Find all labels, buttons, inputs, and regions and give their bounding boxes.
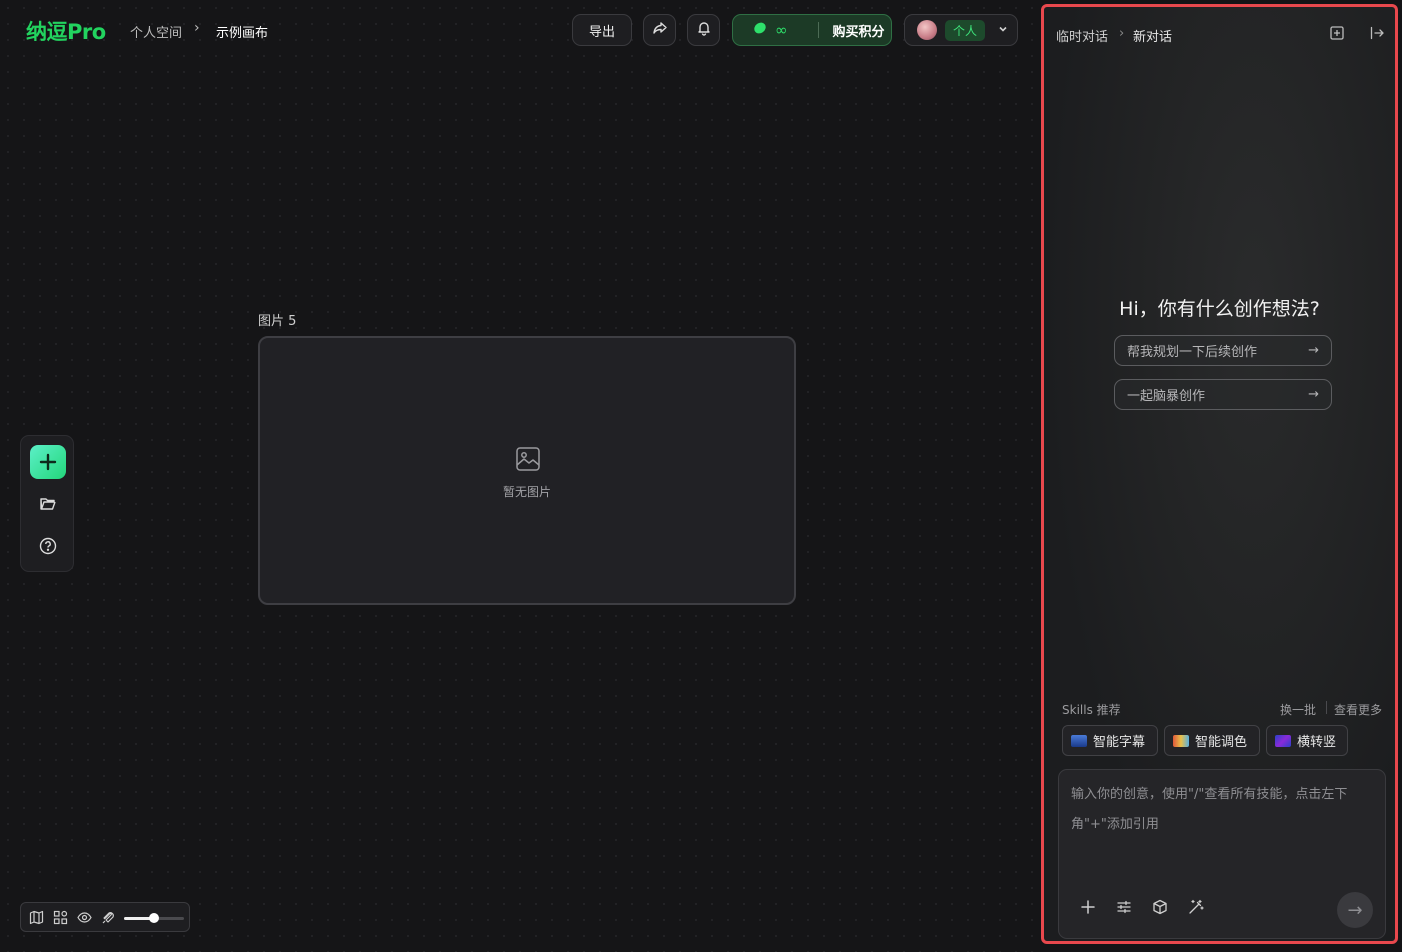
credits-badge[interactable]: ∞ 购买积分 bbox=[732, 14, 892, 46]
zoom-slider[interactable] bbox=[124, 913, 184, 923]
suggestion-label: 帮我规划一下后续创作 bbox=[1127, 345, 1258, 360]
export-button[interactable]: 导出 bbox=[572, 14, 632, 46]
help-icon[interactable] bbox=[38, 536, 58, 556]
skill-landscape-to-portrait[interactable]: 横转竖 bbox=[1266, 725, 1348, 756]
more-skills-button[interactable]: 查看更多 bbox=[1334, 701, 1382, 718]
settings-sliders-icon[interactable] bbox=[1115, 898, 1133, 916]
cube-icon[interactable] bbox=[1151, 898, 1169, 916]
bell-icon bbox=[696, 20, 712, 40]
node-title[interactable]: 图片 5 bbox=[258, 310, 296, 329]
notification-button[interactable] bbox=[687, 14, 720, 46]
skills-label: Skills 推荐 bbox=[1062, 703, 1121, 717]
skill-label: 横转竖 bbox=[1297, 735, 1337, 750]
share-icon bbox=[652, 20, 668, 40]
tool-rail bbox=[20, 435, 74, 572]
refresh-skills-button[interactable]: 换一批 bbox=[1280, 701, 1316, 718]
empty-image-text: 暂无图片 bbox=[502, 485, 551, 499]
credits-value: ∞ bbox=[775, 21, 788, 39]
suggestion-label: 一起脑暴创作 bbox=[1127, 389, 1206, 404]
add-node-button[interactable] bbox=[30, 445, 66, 479]
chevron-down-icon bbox=[997, 23, 1009, 38]
rotate-thumbnail-icon bbox=[1275, 734, 1291, 747]
new-chat-icon[interactable] bbox=[1329, 25, 1345, 41]
credits-divider bbox=[817, 22, 819, 38]
map-icon[interactable] bbox=[28, 909, 44, 925]
breadcrumb-separator: › bbox=[194, 20, 200, 36]
export-label: 导出 bbox=[588, 24, 615, 40]
buy-credits-button[interactable]: 购买积分 bbox=[833, 21, 885, 40]
app-logo[interactable]: 纳逗Pro bbox=[26, 16, 106, 46]
greeting-title: Hi，你有什么创作想法? bbox=[1119, 298, 1320, 320]
skills-divider bbox=[1326, 701, 1327, 714]
subtitle-thumbnail-icon bbox=[1071, 734, 1087, 747]
chat-breadcrumb-separator: › bbox=[1119, 26, 1125, 41]
breadcrumb-canvas[interactable]: 示例画布 bbox=[216, 22, 268, 41]
chat-breadcrumb-root[interactable]: 临时对话 bbox=[1056, 26, 1108, 45]
arrow-right-icon: → bbox=[1308, 343, 1319, 358]
suggestion-plan[interactable]: 帮我规划一下后续创作 → bbox=[1114, 335, 1332, 366]
skill-smart-color[interactable]: 智能调色 bbox=[1164, 725, 1260, 756]
prompt-input[interactable]: 输入你的创意，使用"/"查看所有技能，点击左下角"+"添加引用 bbox=[1071, 780, 1379, 840]
suggestion-brainstorm[interactable]: 一起脑暴创作 → bbox=[1114, 379, 1332, 410]
prompt-composer[interactable]: 输入你的创意，使用"/"查看所有技能，点击左下角"+"添加引用 → bbox=[1058, 769, 1386, 939]
arrow-right-icon: → bbox=[1347, 899, 1363, 921]
bottom-toolbar bbox=[20, 902, 190, 932]
magic-wand-icon[interactable] bbox=[1187, 898, 1205, 916]
zoom-slider-knob[interactable] bbox=[149, 913, 159, 923]
send-button[interactable]: → bbox=[1337, 892, 1373, 928]
chat-breadcrumb-current: 新对话 bbox=[1133, 30, 1173, 45]
chat-panel: 临时对话 › 新对话 Hi，你有什么创作想法? 帮我规划一下后续创作 → 一起脑… bbox=[1041, 4, 1398, 944]
grid-icon[interactable] bbox=[52, 909, 68, 925]
add-reference-icon[interactable] bbox=[1079, 898, 1097, 916]
image-placeholder-icon bbox=[515, 446, 541, 476]
skill-label: 智能调色 bbox=[1195, 735, 1248, 750]
arrow-right-icon: → bbox=[1308, 387, 1319, 402]
magnet-icon[interactable] bbox=[100, 909, 116, 925]
account-switcher[interactable]: 个人 bbox=[904, 14, 1018, 46]
folder-icon[interactable] bbox=[38, 494, 58, 514]
breadcrumb-space[interactable]: 个人空间 bbox=[130, 22, 182, 41]
account-type-tag: 个人 bbox=[945, 19, 986, 41]
color-grading-thumbnail-icon bbox=[1173, 734, 1189, 747]
image-node[interactable]: 暂无图片 bbox=[258, 336, 796, 605]
skill-label: 智能字幕 bbox=[1093, 735, 1146, 750]
eye-icon[interactable] bbox=[76, 909, 92, 925]
avatar bbox=[917, 20, 937, 40]
skill-smart-subtitle[interactable]: 智能字幕 bbox=[1062, 725, 1158, 756]
bean-icon bbox=[753, 21, 767, 39]
share-button[interactable] bbox=[643, 14, 676, 46]
collapse-panel-icon[interactable] bbox=[1369, 25, 1385, 41]
